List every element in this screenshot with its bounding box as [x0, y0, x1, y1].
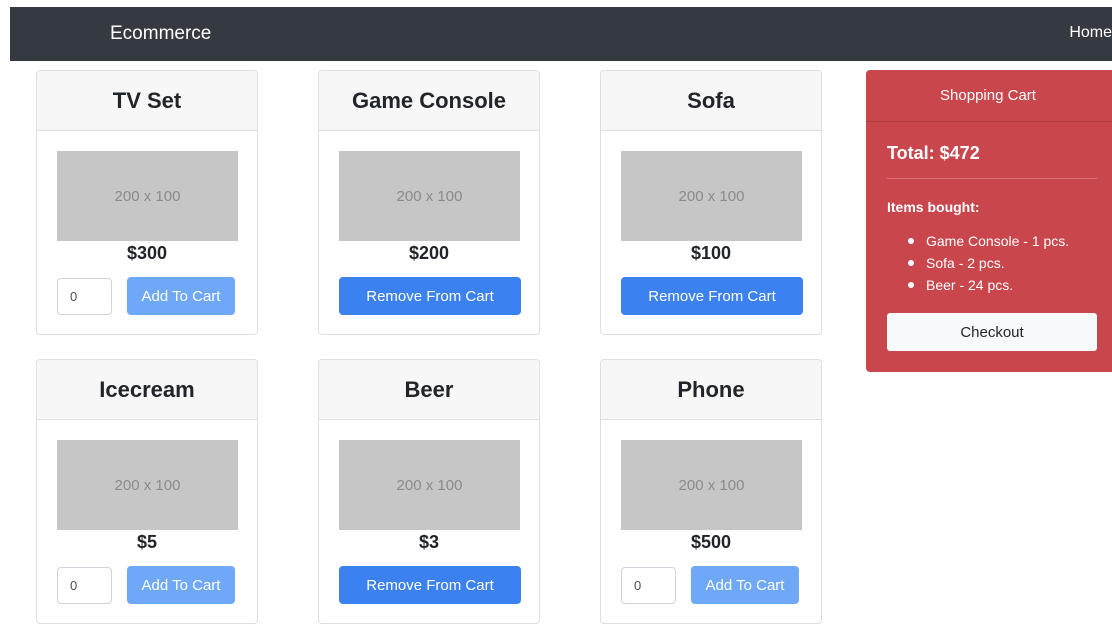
shopping-cart-panel: Shopping Cart Total: $472 Items bought: … — [866, 70, 1112, 372]
product-card-icecream: Icecream 200 x 100 $5 Add To Cart — [36, 359, 258, 624]
cart-title: Shopping Cart — [866, 70, 1112, 122]
product-card-beer: Beer 200 x 100 $3 Remove From Cart — [318, 359, 540, 624]
product-card-sofa: Sofa 200 x 100 $100 Remove From Cart — [600, 70, 822, 335]
product-price: $3 — [418, 532, 440, 552]
brand-link[interactable]: Ecommerce — [110, 23, 211, 45]
remove-from-cart-button[interactable]: Remove From Cart — [621, 277, 803, 315]
navbar: Ecommerce Home — [10, 7, 1112, 61]
product-image-placeholder: 200 x 100 — [57, 151, 238, 241]
product-image-placeholder: 200 x 100 — [57, 440, 238, 530]
cart-total: Total: $472 — [887, 143, 980, 163]
product-title: Icecream — [37, 360, 257, 420]
product-price: $5 — [136, 532, 158, 552]
list-item: Game Console - 1 pcs. — [908, 230, 1069, 252]
remove-from-cart-button[interactable]: Remove From Cart — [339, 566, 521, 604]
product-image-placeholder: 200 x 100 — [339, 440, 520, 530]
product-title: Sofa — [601, 71, 821, 131]
product-title: Phone — [601, 360, 821, 420]
product-image-placeholder: 200 x 100 — [621, 151, 802, 241]
add-to-cart-button[interactable]: Add To Cart — [127, 566, 235, 604]
product-title: Beer — [319, 360, 539, 420]
add-to-cart-button[interactable]: Add To Cart — [127, 277, 235, 315]
quantity-input[interactable] — [621, 567, 676, 604]
product-price: $100 — [690, 243, 732, 263]
items-bought-title: Items bought: — [887, 199, 980, 215]
product-price: $300 — [126, 243, 168, 263]
quantity-input[interactable] — [57, 567, 112, 604]
product-price: $200 — [408, 243, 450, 263]
nav-home-link[interactable]: Home — [1069, 24, 1112, 42]
cart-divider — [887, 178, 1097, 179]
product-price: $500 — [690, 532, 732, 552]
list-item: Sofa - 2 pcs. — [908, 252, 1069, 274]
product-title: Game Console — [319, 71, 539, 131]
cart-items-list: Game Console - 1 pcs. Sofa - 2 pcs. Beer… — [908, 230, 1069, 296]
add-to-cart-button[interactable]: Add To Cart — [691, 566, 799, 604]
product-card-phone: Phone 200 x 100 $500 Add To Cart — [600, 359, 822, 624]
list-item: Beer - 24 pcs. — [908, 274, 1069, 296]
remove-from-cart-button[interactable]: Remove From Cart — [339, 277, 521, 315]
product-image-placeholder: 200 x 100 — [339, 151, 520, 241]
checkout-button[interactable]: Checkout — [887, 313, 1097, 351]
quantity-input[interactable] — [57, 278, 112, 315]
product-title: TV Set — [37, 71, 257, 131]
product-card-game-console: Game Console 200 x 100 $200 Remove From … — [318, 70, 540, 335]
product-image-placeholder: 200 x 100 — [621, 440, 802, 530]
product-card-tv-set: TV Set 200 x 100 $300 Add To Cart — [36, 70, 258, 335]
